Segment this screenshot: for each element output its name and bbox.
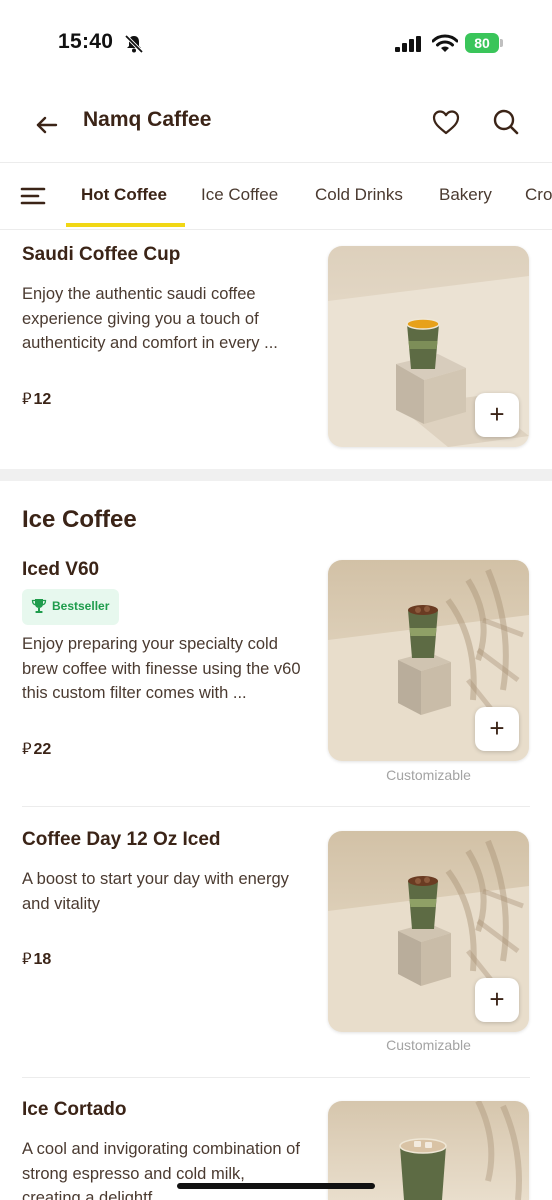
currency-symbol: ⃁ xyxy=(22,391,32,408)
trophy-icon xyxy=(31,599,47,613)
menu-icon[interactable] xyxy=(20,185,46,207)
battery-icon: 80 xyxy=(465,33,499,53)
app-header: Namq Caffee xyxy=(0,90,552,163)
item-image[interactable]: + xyxy=(328,246,529,447)
currency-symbol: ⃁ xyxy=(22,741,32,758)
status-bar: 15:40 80 xyxy=(0,0,552,90)
item-title: Iced V60 xyxy=(22,559,100,580)
home-indicator xyxy=(177,1183,375,1189)
item-description: Enjoy the authentic saudi coffee experie… xyxy=(22,285,278,352)
add-to-cart-button[interactable]: + xyxy=(475,978,519,1022)
active-tab-indicator xyxy=(66,223,185,227)
item-image[interactable]: + xyxy=(328,560,529,761)
item-price: ⃁ 12 xyxy=(22,389,51,409)
item-description: Enjoy preparing your specialty cold brew… xyxy=(22,635,301,702)
currency-symbol: ⃁ xyxy=(22,951,32,968)
item-title: Saudi Coffee Cup xyxy=(22,244,181,265)
tab-cold-drinks[interactable]: Cold Drinks xyxy=(315,185,403,205)
bell-slash-icon xyxy=(124,34,144,54)
item-title: Ice Cortado xyxy=(22,1099,127,1120)
tab-ice-coffee[interactable]: Ice Coffee xyxy=(201,185,278,205)
price-value: 12 xyxy=(33,391,52,408)
section-divider xyxy=(0,469,552,481)
item-price: ⃁ 18 xyxy=(22,949,51,969)
section-heading: Ice Coffee xyxy=(22,506,137,533)
search-icon[interactable] xyxy=(490,106,522,138)
item-image[interactable]: + xyxy=(328,831,529,1032)
bestseller-badge: Bestseller xyxy=(22,589,119,625)
battery-level: 80 xyxy=(474,35,490,51)
item-description: A cool and invigorating combination of s… xyxy=(22,1140,300,1200)
back-arrow-icon[interactable] xyxy=(30,108,64,142)
item-title: Coffee Day 12 Oz Iced xyxy=(22,829,221,850)
tab-hot-coffee[interactable]: Hot Coffee xyxy=(81,185,167,205)
page-title: Namq Caffee xyxy=(83,108,212,131)
badge-label: Bestseller xyxy=(52,599,110,613)
row-divider xyxy=(22,1077,530,1078)
price-value: 18 xyxy=(33,951,52,968)
row-divider xyxy=(22,806,530,807)
wifi-icon xyxy=(432,34,458,52)
status-time: 15:40 xyxy=(58,30,114,53)
item-price: ⃁ 22 xyxy=(22,739,51,759)
tab-bakery[interactable]: Bakery xyxy=(439,185,492,205)
signal-icon xyxy=(395,36,421,52)
price-value: 22 xyxy=(33,741,52,758)
add-to-cart-button[interactable]: + xyxy=(475,707,519,751)
add-to-cart-button[interactable]: + xyxy=(475,393,519,437)
customizable-label: Customizable xyxy=(386,767,471,783)
customizable-label: Customizable xyxy=(386,1037,471,1053)
category-tab-bar: Hot Coffee Ice Coffee Cold Drinks Bakery… xyxy=(0,163,552,230)
tab-croissant[interactable]: Cro xyxy=(525,185,552,205)
heart-icon[interactable] xyxy=(430,106,462,138)
item-description: A boost to start your day with energy an… xyxy=(22,870,289,913)
battery-tip xyxy=(500,39,503,47)
